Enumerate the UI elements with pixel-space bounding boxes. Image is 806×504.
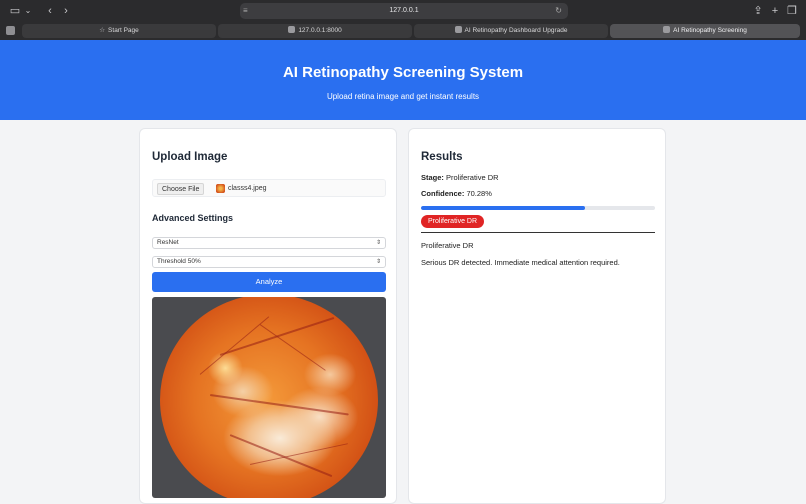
- share-icon[interactable]: ⇪: [752, 3, 764, 19]
- retina-image: [160, 297, 378, 498]
- vessel-line: [209, 394, 349, 416]
- image-preview: [152, 297, 386, 498]
- confidence-bar: [421, 206, 655, 210]
- confidence-label: Confidence:: [421, 189, 465, 198]
- address-bar[interactable]: ≡ 127.0.0.1 ↻: [240, 3, 568, 19]
- results-heading: Results: [421, 151, 463, 163]
- sidebar-toggle-icon[interactable]: ▭: [8, 3, 22, 19]
- tab-label: AI Retinopathy Screening: [673, 27, 747, 34]
- select-caret-icon: ⇕: [375, 259, 381, 265]
- stage-badge: Proliferative DR: [421, 215, 485, 228]
- file-input[interactable]: Choose File classs4.jpeg: [152, 179, 386, 197]
- result-summary: Proliferative DR: [421, 241, 474, 250]
- reload-icon[interactable]: ↻: [555, 3, 562, 19]
- threshold-select[interactable]: Threshold 50% ⇕: [152, 256, 386, 268]
- tab-group-icon[interactable]: [6, 26, 15, 35]
- result-message: Serious DR detected. Immediate medical a…: [421, 258, 620, 267]
- stage-value: Proliferative DR: [446, 173, 499, 182]
- page-subtitle: Upload retina image and get instant resu…: [326, 92, 480, 101]
- stage-label: Stage:: [421, 173, 444, 182]
- forward-icon[interactable]: ›: [60, 3, 72, 19]
- browser-chrome: ▭ ⌄ ‹ › ≡ 127.0.0.1 ↻ ⇪ + ❐ ☆ Start Page …: [0, 0, 806, 40]
- address-text: 127.0.0.1: [389, 7, 419, 14]
- tab-label: Start Page: [108, 27, 139, 34]
- confidence-bar-fill: [421, 206, 586, 210]
- tab-overview-icon[interactable]: ❐: [786, 3, 798, 19]
- browser-toolbar: ▭ ⌄ ‹ › ≡ 127.0.0.1 ↻ ⇪ + ❐: [0, 0, 806, 22]
- model-select-value: ResNet: [157, 239, 179, 246]
- model-select[interactable]: ResNet ⇕: [152, 237, 386, 249]
- tab-start-page[interactable]: ☆ Start Page: [22, 24, 216, 38]
- favicon-icon: [454, 26, 462, 33]
- header-banner: AI Retinopathy Screening System Upload r…: [0, 40, 806, 120]
- upload-heading: Upload Image: [152, 151, 228, 163]
- confidence-line: Confidence: 70.28%: [421, 189, 492, 198]
- threshold-select-value: Threshold 50%: [157, 258, 201, 265]
- selected-file-name: classs4.jpeg: [228, 185, 267, 192]
- tab-bar: ☆ Start Page 127.0.0.1:8000 AI Retinopath…: [0, 23, 806, 39]
- results-card: Results Stage: Proliferative DR Confiden…: [408, 128, 666, 504]
- choose-file-button[interactable]: Choose File: [157, 183, 205, 195]
- tab-label: AI Retinopathy Dashboard Upgrade: [464, 27, 568, 34]
- vessel-line: [199, 316, 270, 375]
- analyze-button[interactable]: Analyze: [152, 272, 386, 292]
- tab-dashboard-upgrade[interactable]: AI Retinopathy Dashboard Upgrade: [414, 24, 608, 38]
- favicon-icon: [663, 26, 671, 33]
- new-tab-icon[interactable]: +: [769, 3, 781, 19]
- back-icon[interactable]: ‹: [44, 3, 56, 19]
- advanced-settings-heading: Advanced Settings: [152, 213, 234, 223]
- stage-line: Stage: Proliferative DR: [421, 173, 499, 182]
- upload-card: Upload Image Choose File classs4.jpeg Ad…: [139, 128, 397, 504]
- chevron-down-icon[interactable]: ⌄: [23, 3, 33, 19]
- tab-label: 127.0.0.1:8000: [298, 27, 342, 34]
- vessel-line: [229, 434, 333, 478]
- favicon-icon: [288, 26, 296, 33]
- tab-screening[interactable]: AI Retinopathy Screening: [610, 24, 800, 38]
- divider: [421, 232, 655, 233]
- image-file-icon: [216, 184, 225, 193]
- star-icon: ☆: [99, 27, 106, 34]
- confidence-value: 70.28%: [466, 189, 492, 198]
- page-title: AI Retinopathy Screening System: [282, 64, 524, 81]
- tab-localhost[interactable]: 127.0.0.1:8000: [218, 24, 412, 38]
- select-caret-icon: ⇕: [375, 240, 381, 246]
